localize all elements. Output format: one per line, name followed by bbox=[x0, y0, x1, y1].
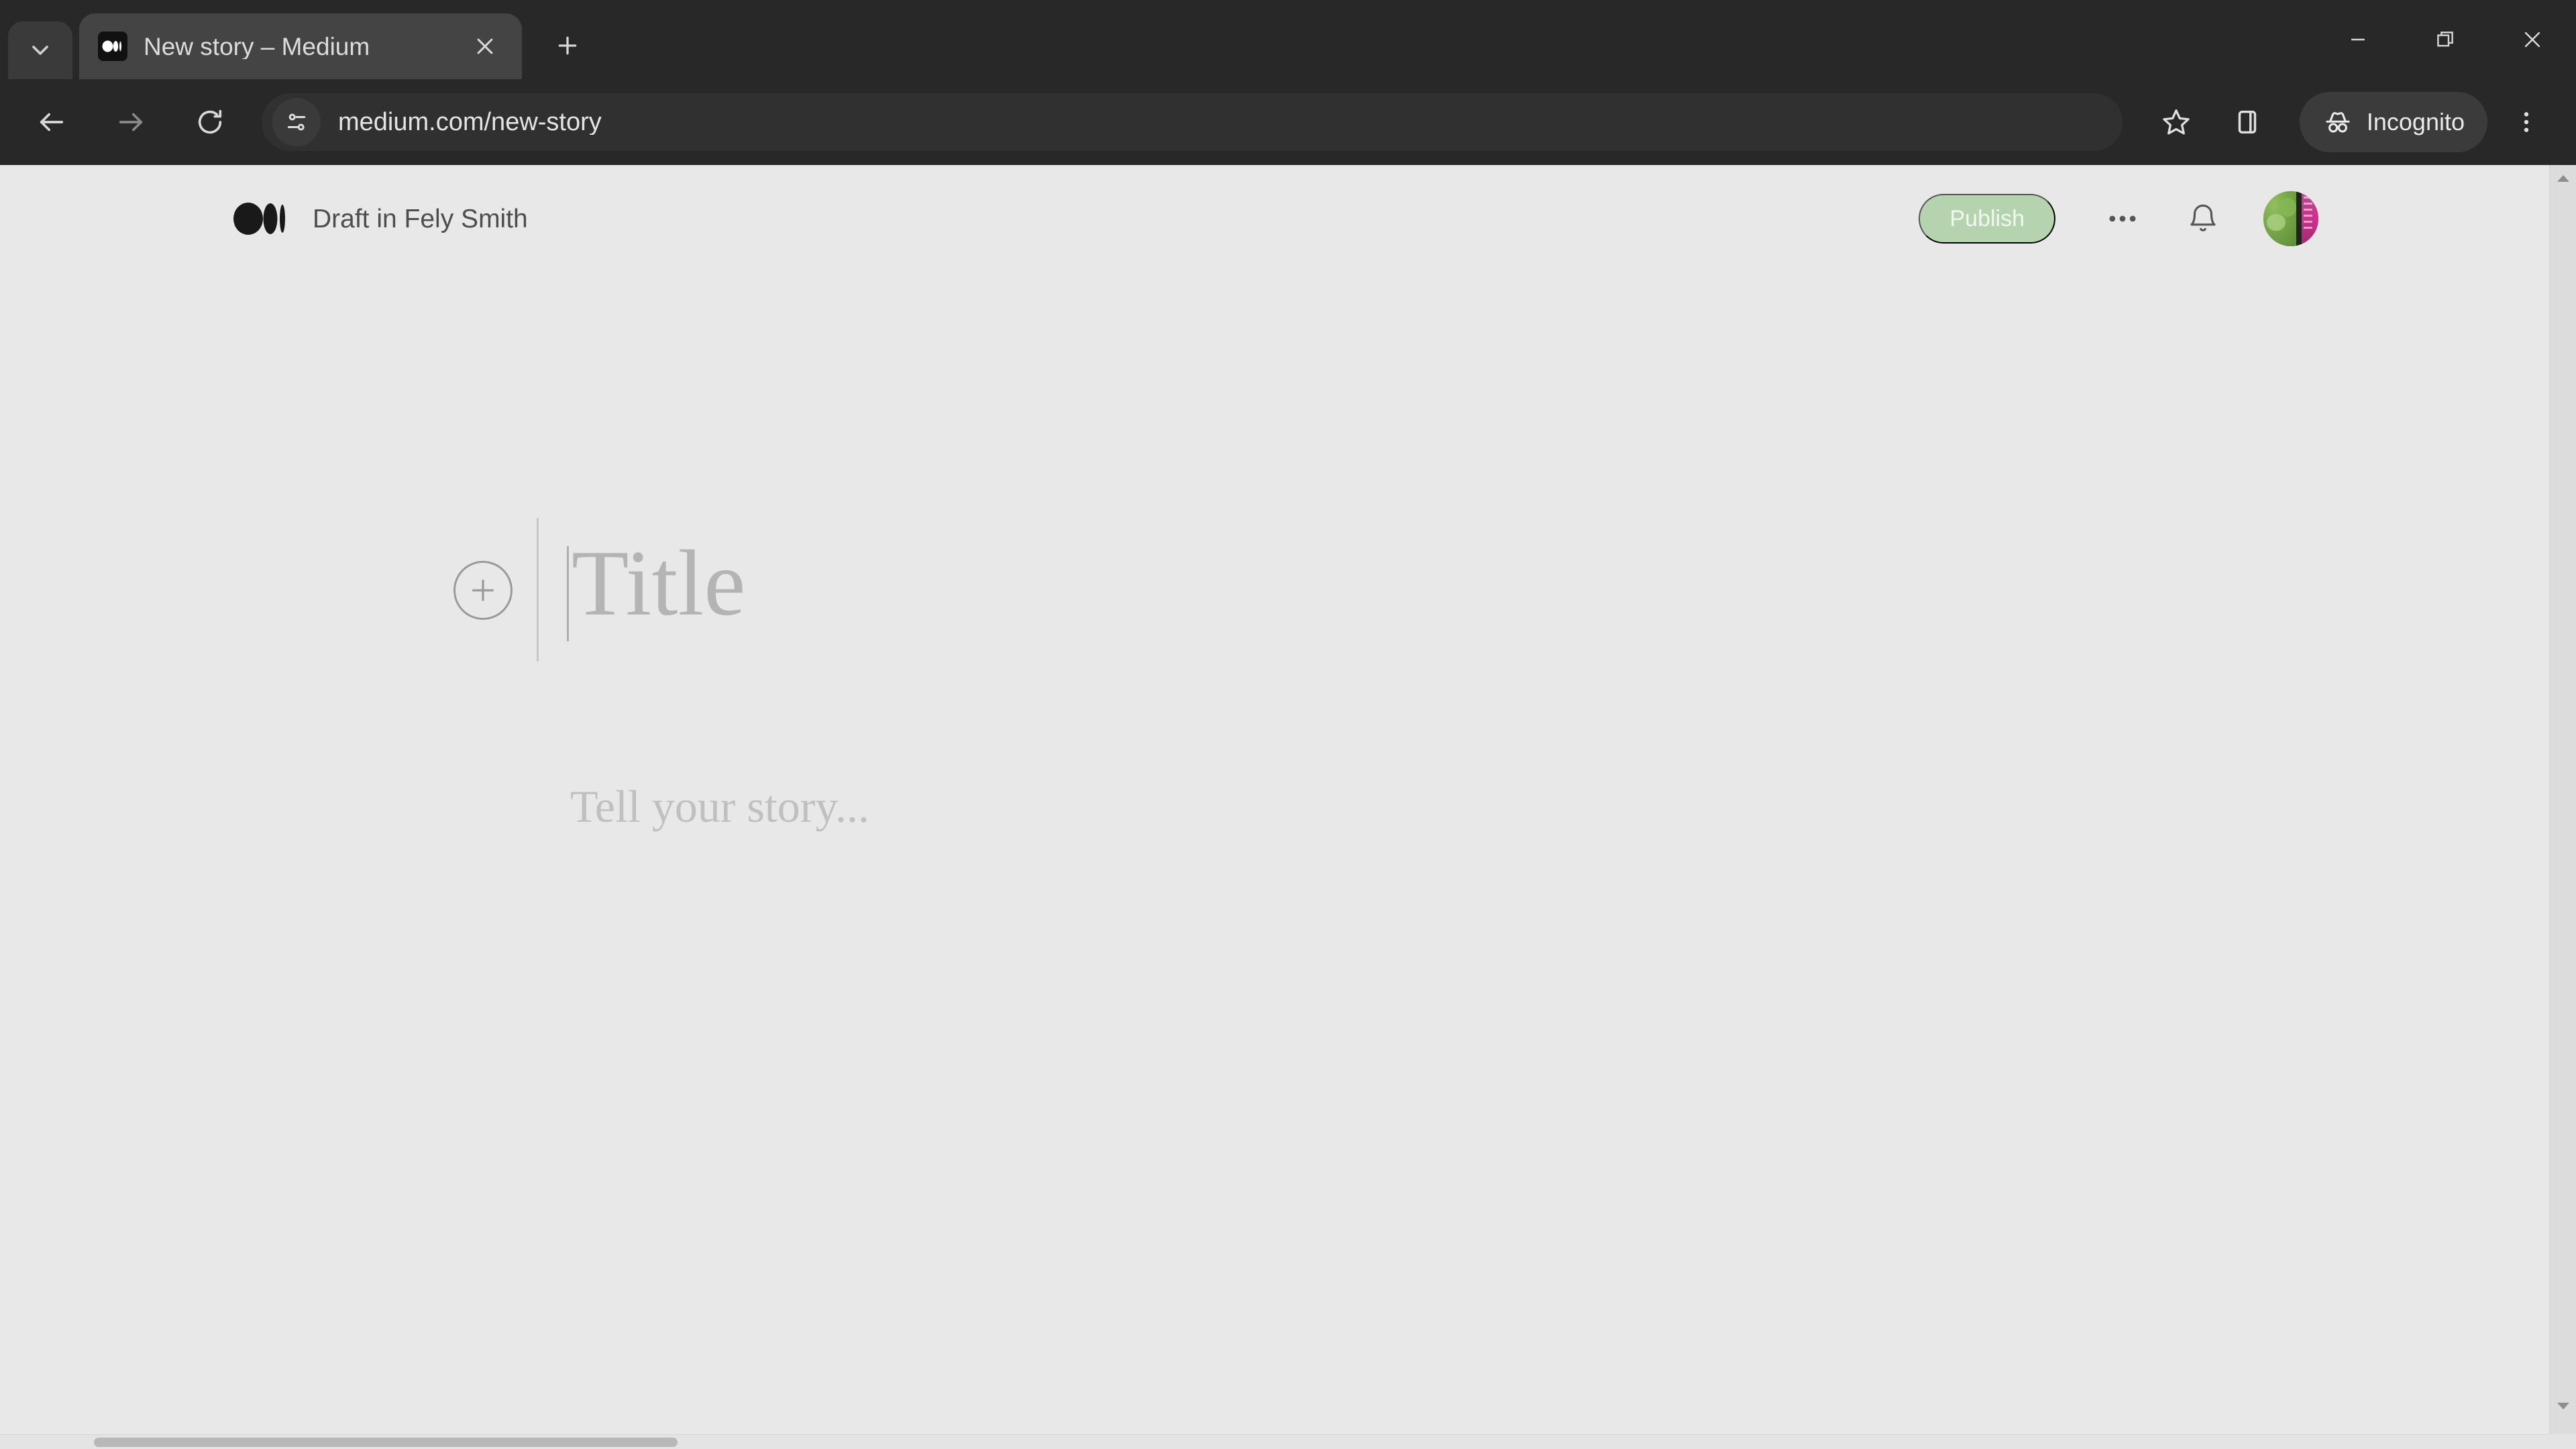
forward-arrow-icon bbox=[119, 113, 143, 131]
forward-button[interactable] bbox=[97, 88, 165, 156]
three-dot-vertical-icon bbox=[2524, 112, 2529, 132]
three-dot-horizontal-icon bbox=[2109, 215, 2136, 222]
scrollbar-corner bbox=[2549, 1434, 2576, 1449]
incognito-profile-button[interactable]: Incognito bbox=[2299, 92, 2487, 152]
reload-icon bbox=[198, 109, 222, 134]
window-controls bbox=[2314, 0, 2576, 79]
side-panel-button[interactable] bbox=[2215, 90, 2279, 154]
avatar-banner-text bbox=[2303, 197, 2312, 233]
incognito-hat-icon bbox=[2326, 112, 2350, 133]
body-input[interactable]: Tell your story... bbox=[570, 780, 869, 835]
tab-search-button[interactable] bbox=[8, 21, 72, 79]
back-button[interactable] bbox=[17, 88, 86, 156]
restore-icon bbox=[2437, 32, 2453, 47]
medium-logo-glyph bbox=[102, 40, 121, 52]
scroll-down-arrow-icon bbox=[2557, 1403, 2569, 1409]
user-avatar[interactable] bbox=[2263, 191, 2318, 246]
browser-toolbar: medium.com/new-story Incognito bbox=[0, 79, 2576, 165]
bookmark-button[interactable] bbox=[2144, 90, 2208, 154]
tab-close-button[interactable] bbox=[466, 27, 504, 66]
scroll-down-button[interactable] bbox=[2550, 1393, 2576, 1419]
minimize-icon bbox=[2351, 38, 2365, 41]
header-left-group: Draft in Fely Smith bbox=[233, 198, 528, 239]
medium-logo bbox=[233, 203, 285, 235]
new-tab-button[interactable] bbox=[542, 20, 593, 71]
add-block-button[interactable] bbox=[453, 561, 513, 620]
horizontal-scrollbar-thumb[interactable] bbox=[94, 1438, 678, 1447]
title-input[interactable]: Title bbox=[572, 527, 745, 640]
story-options-button[interactable] bbox=[2092, 188, 2153, 250]
medium-app-header: Draft in Fely Smith Publish bbox=[0, 165, 2549, 272]
page-viewport: Draft in Fely Smith Publish Title Tell y… bbox=[0, 165, 2576, 1449]
title-indicator-rule bbox=[537, 518, 539, 661]
scroll-up-button[interactable] bbox=[2550, 165, 2576, 192]
tab-new-story-medium[interactable]: New story – Medium bbox=[79, 13, 522, 79]
plus-circle-icon bbox=[472, 579, 494, 602]
reload-button[interactable] bbox=[176, 88, 244, 156]
medium-favicon bbox=[98, 32, 127, 61]
incognito-label: Incognito bbox=[2366, 108, 2465, 136]
omnibox[interactable]: medium.com/new-story bbox=[262, 93, 2123, 151]
vertical-scrollbar[interactable] bbox=[2549, 165, 2576, 1449]
avatar-leaf-one bbox=[2266, 214, 2286, 231]
site-settings-icon bbox=[287, 113, 306, 131]
text-caret bbox=[567, 546, 569, 641]
tab-strip: New story – Medium bbox=[0, 0, 2576, 79]
back-arrow-icon bbox=[40, 113, 64, 131]
minimize-button[interactable] bbox=[2314, 0, 2402, 79]
medium-home-link[interactable] bbox=[233, 198, 288, 239]
close-icon bbox=[477, 38, 493, 54]
site-info-button[interactable] bbox=[272, 98, 321, 146]
horizontal-scrollbar[interactable] bbox=[0, 1434, 2549, 1449]
avatar-dark-strip bbox=[2296, 191, 2302, 246]
close-icon bbox=[2524, 32, 2540, 48]
url-text: medium.com/new-story bbox=[338, 109, 602, 135]
story-editor[interactable]: Title Tell your story... bbox=[0, 272, 2549, 1449]
bell-icon bbox=[2190, 204, 2216, 231]
chevron-down-icon bbox=[32, 46, 48, 55]
plus-icon bbox=[558, 36, 577, 55]
side-panel-icon bbox=[2238, 110, 2257, 134]
scroll-up-arrow-icon bbox=[2557, 175, 2569, 182]
browser-window: New story – Medium medium.com/new-story … bbox=[0, 0, 2576, 1449]
header-right-group: Publish bbox=[1919, 188, 2318, 250]
close-window-button[interactable] bbox=[2489, 0, 2576, 79]
maximize-button[interactable] bbox=[2402, 0, 2489, 79]
star-icon bbox=[2163, 109, 2190, 135]
browser-menu-button[interactable] bbox=[2500, 90, 2553, 154]
notifications-button[interactable] bbox=[2172, 188, 2234, 250]
tab-title: New story – Medium bbox=[144, 34, 370, 59]
publish-button[interactable]: Publish bbox=[1919, 194, 2055, 244]
avatar-leaf-two bbox=[2278, 197, 2297, 217]
draft-status-label: Draft in Fely Smith bbox=[313, 204, 528, 233]
